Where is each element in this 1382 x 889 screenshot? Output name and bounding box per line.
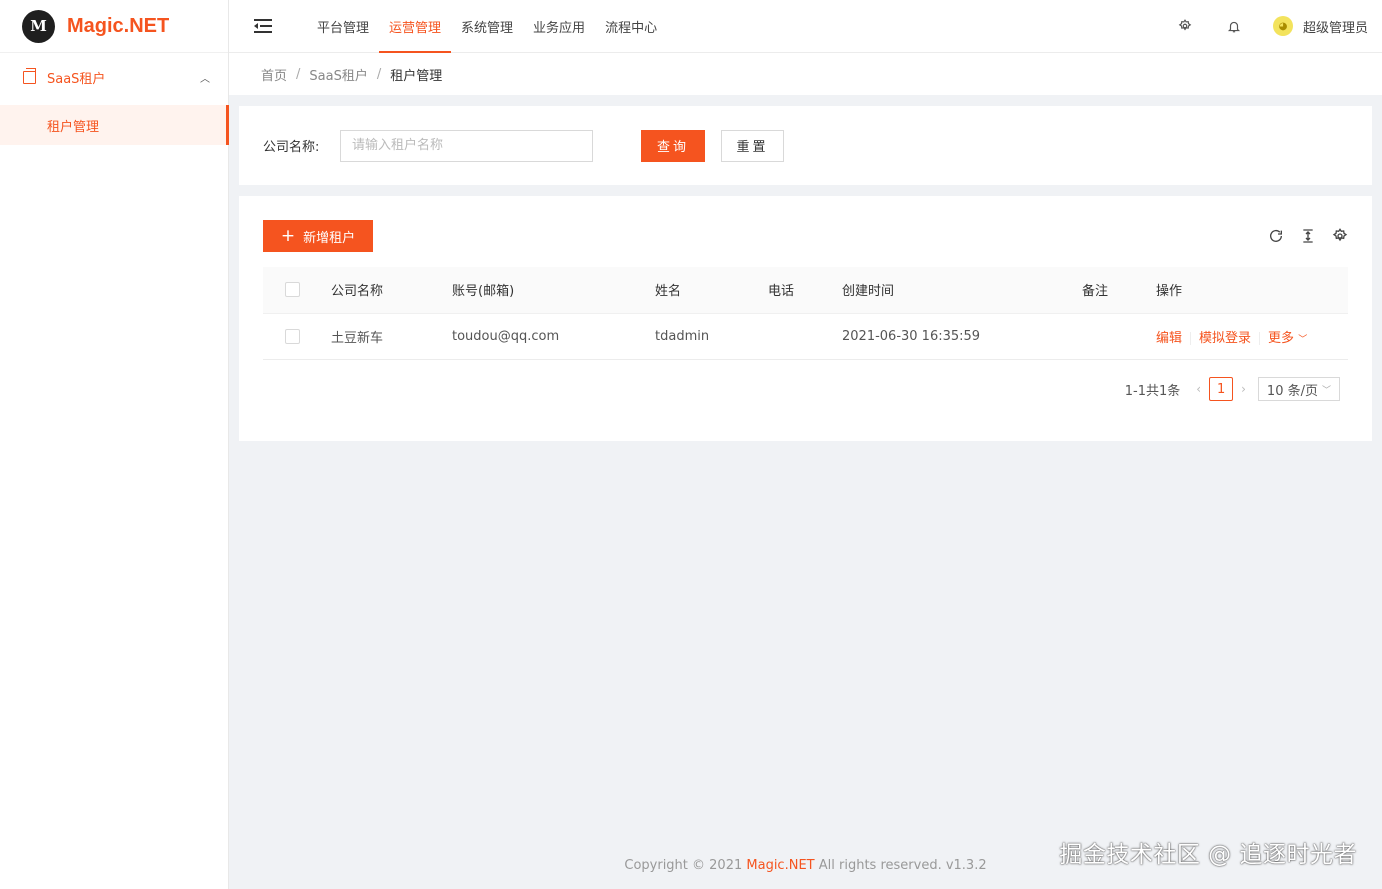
sidebar-group-saas[interactable]: SaaS租户 ︿ <box>0 53 228 101</box>
page-size-select[interactable]: 10 条/页 ﹀ <box>1257 377 1340 401</box>
tenant-table: 公司名称 账号(邮箱) 姓名 电话 创建时间 备注 操作 土豆新车 toudou… <box>263 267 1348 360</box>
col-actions: 操作 <box>1156 267 1348 314</box>
row-checkbox[interactable] <box>285 328 300 344</box>
add-tenant-label: 新增租户 <box>303 230 356 246</box>
select-all-checkbox[interactable] <box>285 282 300 298</box>
breadcrumb-home[interactable]: 首页 <box>261 65 287 84</box>
user-name[interactable]: 超级管理员 <box>1303 17 1368 36</box>
prev-page-icon[interactable]: ‹ <box>1196 382 1201 396</box>
cell-name: tdadmin <box>655 313 768 360</box>
chevron-down-icon: ﹀ <box>1321 385 1331 396</box>
settings-icon[interactable] <box>1175 16 1195 36</box>
company-name-input[interactable] <box>340 129 593 162</box>
breadcrumb-saas[interactable]: SaaS租户 <box>309 65 367 84</box>
nav-workflow[interactable]: 流程中心 <box>595 0 667 53</box>
refresh-icon[interactable] <box>1266 226 1286 246</box>
search-panel: 公司名称: 查询 重置 <box>239 106 1372 185</box>
table-tools <box>1254 226 1350 246</box>
header-actions: ◕ 超级管理员 <box>1175 0 1382 53</box>
breadcrumb: 首页 / SaaS租户 / 租户管理 <box>229 53 1382 95</box>
company-name-label: 公司名称: <box>263 140 320 155</box>
footer-copyright: Copyright © 2021 <box>624 858 743 873</box>
table-row: 土豆新车 toudou@qq.com tdadmin 2021-06-30 16… <box>263 313 1348 360</box>
nav-business[interactable]: 业务应用 <box>523 0 595 53</box>
app-name: Magic.NET <box>67 14 170 37</box>
breadcrumb-current: 租户管理 <box>390 68 443 84</box>
footer-brand-link[interactable]: Magic.NET <box>746 858 814 873</box>
col-created: 创建时间 <box>842 267 1082 314</box>
query-button[interactable]: 查询 <box>641 129 705 162</box>
nav-platform[interactable]: 平台管理 <box>307 0 379 53</box>
pagination-summary: 1-1共1条 <box>1124 383 1181 399</box>
sidebar-item-tenant-management[interactable]: 租户管理 <box>0 105 229 145</box>
logo[interactable]: M Magic.NET <box>0 0 228 53</box>
edit-link[interactable]: 编辑 <box>1156 331 1182 346</box>
top-header: 平台管理 运营管理 系统管理 业务应用 流程中心 ◕ 超级管理员 <box>229 0 1382 53</box>
chevron-down-icon: ﹀ <box>1298 334 1308 345</box>
cell-account: toudou@qq.com <box>452 313 655 360</box>
cell-company: 土豆新车 <box>331 313 452 360</box>
pagination: 1-1共1条 ‹ 1 › 10 条/页 ﹀ <box>1125 377 1340 401</box>
density-icon[interactable] <box>1298 226 1318 246</box>
col-company: 公司名称 <box>331 267 452 314</box>
cell-remark <box>1082 313 1156 360</box>
col-name: 姓名 <box>655 267 768 314</box>
top-nav: 平台管理 运营管理 系统管理 业务应用 流程中心 <box>307 0 667 53</box>
menu-collapse-icon[interactable] <box>254 19 272 33</box>
page-1-button[interactable]: 1 <box>1209 377 1234 401</box>
watermark: 掘金技术社区 @ 追逐时光者 <box>1059 842 1357 868</box>
bell-icon[interactable] <box>1224 16 1244 36</box>
cell-phone <box>768 313 842 360</box>
copy-icon <box>23 67 36 84</box>
col-phone: 电话 <box>768 267 842 314</box>
avatar[interactable]: ◕ <box>1272 16 1293 36</box>
add-tenant-button[interactable]: + 新增租户 <box>263 220 373 252</box>
next-page-icon[interactable]: › <box>1241 382 1246 396</box>
chevron-up-icon: ︿ <box>200 73 210 85</box>
more-dropdown[interactable]: 更多 ﹀ <box>1268 331 1307 346</box>
sidebar-item-label: 租户管理 <box>47 119 100 135</box>
nav-operations[interactable]: 运营管理 <box>379 0 452 53</box>
footer-rights: All rights reserved. v1.3.2 <box>818 858 987 873</box>
nav-system[interactable]: 系统管理 <box>451 0 523 53</box>
cell-created: 2021-06-30 16:35:59 <box>842 313 1082 360</box>
tenant-table-panel: + 新增租户 公司名称 账号(邮箱) 姓名 电话 创建时间 备注 操作 土豆新车… <box>239 196 1372 441</box>
col-remark: 备注 <box>1082 267 1156 314</box>
plus-icon: + <box>280 225 296 246</box>
reset-button[interactable]: 重置 <box>721 129 784 162</box>
table-header-row: 公司名称 账号(邮箱) 姓名 电话 创建时间 备注 操作 <box>263 267 1348 314</box>
sidebar-group-label: SaaS租户 <box>47 71 106 87</box>
column-settings-icon[interactable] <box>1330 226 1350 246</box>
col-account: 账号(邮箱) <box>452 267 655 314</box>
cell-actions: 编辑 模拟登录 更多 ﹀ <box>1156 313 1348 360</box>
sidebar: M Magic.NET SaaS租户 ︿ 租户管理 <box>0 0 229 889</box>
logo-mark: M <box>22 9 55 43</box>
impersonate-login-link[interactable]: 模拟登录 <box>1199 331 1251 346</box>
